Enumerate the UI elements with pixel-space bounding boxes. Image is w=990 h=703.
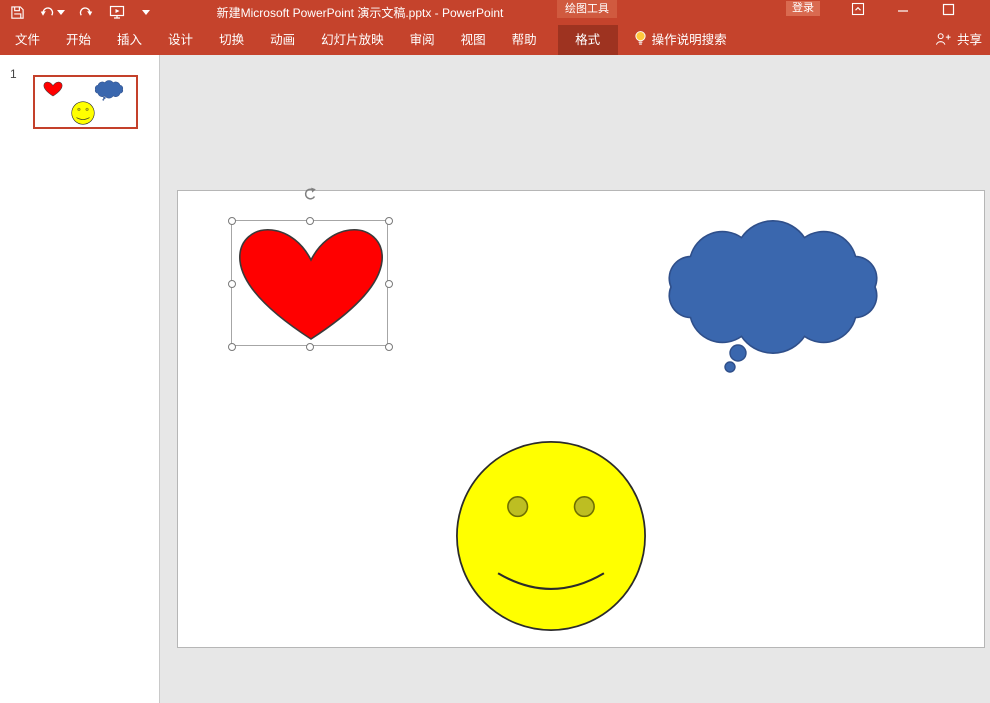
tab-review[interactable]: 审阅 [397,25,448,55]
resize-handle-bottom-right[interactable] [385,343,393,351]
resize-handle-top-center[interactable] [306,217,314,225]
tab-slideshow[interactable]: 幻灯片放映 [308,25,397,55]
sign-in-button[interactable]: 登录 [786,1,820,16]
thumb-heart-icon [43,81,63,97]
lightbulb-icon [634,30,647,50]
tell-me-label: 操作说明搜索 [652,25,727,55]
thumb-cloud-icon [93,80,125,101]
powerpoint-window: 新建Microsoft PowerPoint 演示文稿.pptx - Power… [0,0,990,703]
document-title: 新建Microsoft PowerPoint 演示文稿.pptx - Power… [190,4,530,21]
resize-handle-bottom-center[interactable] [306,343,314,351]
ribbon-tab-bar: 文件 开始 插入 设计 切换 动画 幻灯片放映 审阅 视图 帮助 格式 操作说明… [0,25,990,55]
resize-handle-middle-left[interactable] [228,280,236,288]
share-person-icon [935,32,952,49]
slide-number: 1 [10,67,17,81]
thumb-smiley-icon [71,101,95,125]
start-slideshow-icon[interactable] [108,3,126,21]
tab-animations[interactable]: 动画 [257,25,308,55]
share-button[interactable]: 共享 [935,25,990,55]
resize-handle-middle-right[interactable] [385,280,393,288]
customize-qat-chevron-icon[interactable] [140,3,152,21]
share-label: 共享 [957,25,982,55]
cloud-callout-shape[interactable] [653,217,893,375]
tab-home[interactable]: 开始 [53,25,104,55]
slides-panel: 1 [0,55,160,703]
rotate-handle-icon[interactable] [302,187,318,203]
minimize-window-icon[interactable] [895,2,911,16]
slide-canvas[interactable] [177,190,985,648]
tab-format[interactable]: 格式 [558,25,618,55]
slide-thumbnail-1[interactable] [33,75,138,129]
maximize-window-icon[interactable] [940,2,956,16]
tab-insert[interactable]: 插入 [104,25,155,55]
heart-shape[interactable] [233,223,389,345]
tab-view[interactable]: 视图 [448,25,499,55]
tell-me-search[interactable]: 操作说明搜索 [634,25,727,55]
workspace [161,55,990,703]
contextual-tool-header: 绘图工具 [557,0,617,18]
tab-transitions[interactable]: 切换 [206,25,257,55]
redo-icon[interactable] [76,3,94,21]
save-icon[interactable] [8,3,26,21]
resize-handle-top-left[interactable] [228,217,236,225]
smiley-face-shape[interactable] [453,438,649,634]
ribbon-display-options-icon[interactable] [850,2,866,16]
undo-dropdown-chevron-icon[interactable] [56,3,66,21]
resize-handle-bottom-left[interactable] [228,343,236,351]
undo-icon[interactable] [38,3,56,21]
tab-help[interactable]: 帮助 [499,25,550,55]
tab-file[interactable]: 文件 [2,25,53,55]
resize-handle-top-right[interactable] [385,217,393,225]
tab-design[interactable]: 设计 [155,25,206,55]
titlebar: 新建Microsoft PowerPoint 演示文稿.pptx - Power… [0,0,990,55]
